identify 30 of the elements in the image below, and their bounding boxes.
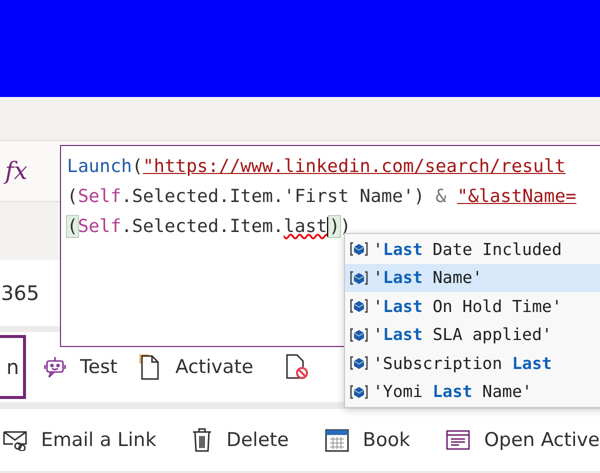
calendar-icon: [324, 428, 349, 452]
suggestion-item[interactable]: 'Last Name': [345, 264, 600, 292]
suggestion-item[interactable]: 'Yomi Last Name': [345, 378, 600, 406]
email-link-icon: [3, 429, 27, 451]
robot-icon: [44, 355, 66, 379]
code-line: Launch("https://www.linkedin.com/search/result: [67, 155, 567, 179]
field-icon: [349, 355, 369, 372]
form-icon: [446, 430, 470, 450]
book-button[interactable]: Book: [324, 428, 410, 452]
field-icon: [349, 298, 369, 314]
fx-label: fx: [5, 157, 28, 185]
field-icon: [349, 270, 369, 286]
delete-button[interactable]: Delete: [192, 428, 289, 452]
test-button[interactable]: Test: [44, 355, 118, 379]
open-active-button[interactable]: Open Active: [446, 429, 600, 451]
document-icon: [139, 354, 162, 380]
suggestion-item[interactable]: 'Last On Hold Time': [345, 292, 600, 320]
code-line: (Self.Selected.Item.'First Name') & "&lastName=: [67, 185, 578, 209]
command-button[interactable]: n: [0, 335, 26, 399]
suggestion-item[interactable]: 'Last SLA applied': [345, 320, 600, 349]
blocked-document-icon[interactable]: [285, 354, 310, 380]
trash-icon: [192, 428, 212, 452]
activate-button[interactable]: Activate: [139, 354, 254, 380]
suggestion-item[interactable]: 'Last Date Included: [345, 235, 600, 264]
field-value: 365: [1, 281, 40, 305]
email-link-button[interactable]: Email a Link: [3, 429, 156, 451]
field-icon: [349, 384, 369, 400]
field-icon: [349, 326, 369, 343]
suggestion-item[interactable]: 'Subscription Last: [345, 349, 600, 378]
field-icon: [349, 241, 369, 258]
